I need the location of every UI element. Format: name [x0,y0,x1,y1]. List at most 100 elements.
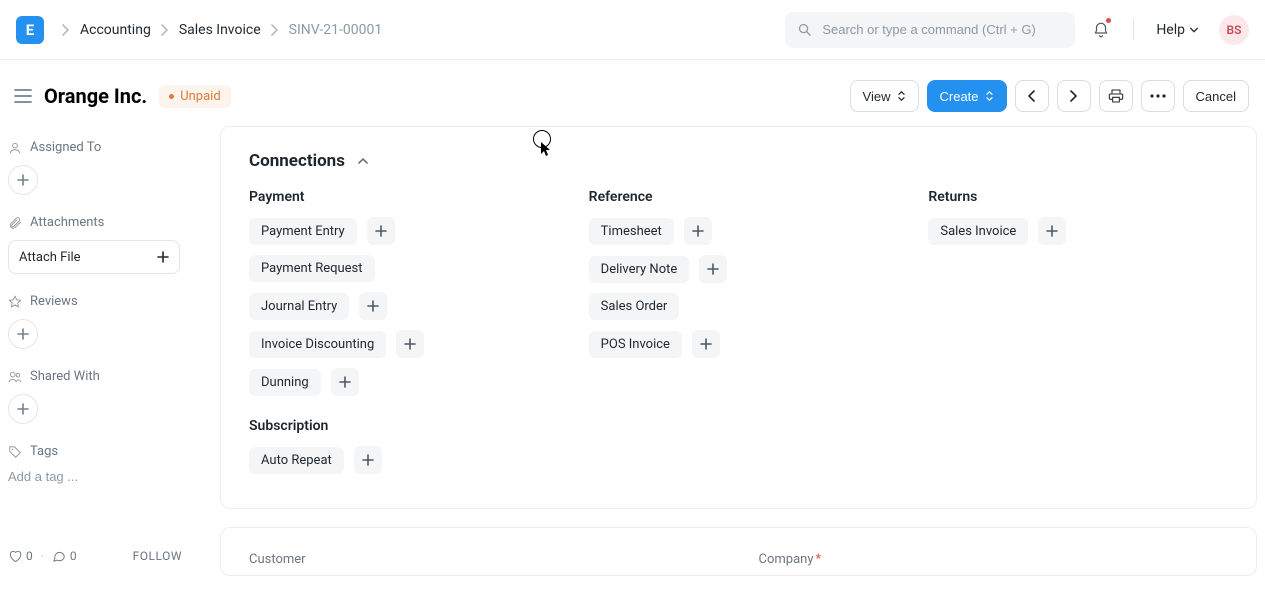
more-horizontal-icon [1150,94,1166,98]
add-return-sales-invoice-button[interactable] [1038,217,1066,245]
connections-col-returns: Returns Sales Invoice [928,189,1228,484]
add-delivery-note-button[interactable] [699,255,727,283]
comment-icon [52,549,66,563]
connections-title: Connections [249,151,345,171]
main-content: Connections Payment Payment Entry Paymen… [220,126,1265,594]
link-pos-invoice[interactable]: POS Invoice [589,331,682,358]
add-journal-entry-button[interactable] [359,292,387,320]
attachments-section: Attachments [8,215,206,230]
star-icon [8,295,22,309]
add-share-button[interactable] [8,394,38,424]
prev-button[interactable] [1015,80,1049,112]
tag-icon [8,445,22,459]
paperclip-icon [8,216,22,230]
logo-letter: E [26,21,34,39]
add-payment-entry-button[interactable] [367,217,395,245]
select-icon [897,90,906,102]
connections-card: Connections Payment Payment Entry Paymen… [220,126,1257,509]
link-dunning[interactable]: Dunning [249,369,321,396]
attachments-label: Attachments [30,215,104,230]
add-invoice-discounting-button[interactable] [396,330,424,358]
link-delivery-note[interactable]: Delivery Note [589,256,690,283]
comment-button[interactable]: 0 [52,549,77,563]
link-return-sales-invoice[interactable]: Sales Invoice [928,218,1028,245]
customer-label: Customer [249,552,719,567]
assigned-to-label: Assigned To [30,140,101,155]
view-button[interactable]: View [850,80,919,112]
add-pos-invoice-button[interactable] [692,330,720,358]
add-timesheet-button[interactable] [684,217,712,245]
add-assignee-button[interactable] [8,165,38,195]
like-count: 0 [26,549,33,563]
sidebar-footer: 0 · 0 FOLLOW [8,549,182,563]
link-payment-request[interactable]: Payment Request [249,255,375,282]
cancel-button[interactable]: Cancel [1183,80,1249,112]
chevron-right-icon [62,24,70,36]
breadcrumb-sales-invoice[interactable]: Sales Invoice [179,22,261,38]
connections-col-reference: Reference Timesheet Delivery Note Sales … [589,189,889,484]
chevron-right-icon [271,24,279,36]
returns-group-title: Returns [928,189,1228,205]
logo[interactable]: E [16,16,44,44]
help-link[interactable]: Help [1156,22,1199,38]
link-sales-order[interactable]: Sales Order [589,293,680,320]
company-label: Company* [759,552,1229,567]
heart-icon [8,549,22,563]
form-sidebar: Assigned To Attachments Attach File Revi… [8,126,220,594]
add-review-button[interactable] [8,319,38,349]
link-timesheet[interactable]: Timesheet [589,218,674,245]
reviews-section: Reviews [8,294,206,309]
reference-group-title: Reference [589,189,889,205]
user-icon [8,141,22,155]
payment-group-title: Payment [249,189,549,205]
plus-icon [17,174,29,186]
link-journal-entry[interactable]: Journal Entry [249,293,349,320]
chevron-right-icon [161,24,169,36]
notification-dot [1106,18,1111,23]
breadcrumb-doc-id[interactable]: SINV-21-00001 [289,22,383,38]
search-input[interactable] [822,22,1063,37]
link-invoice-discounting[interactable]: Invoice Discounting [249,331,386,358]
page-actions: View Create Cancel [850,80,1249,112]
create-label: Create [940,89,979,104]
add-auto-repeat-button[interactable] [354,446,382,474]
company-label-text: Company [759,552,814,567]
assigned-to-section: Assigned To [8,140,206,155]
breadcrumb-accounting[interactable]: Accounting [80,22,151,38]
more-button[interactable] [1141,80,1175,112]
sidebar-toggle-icon[interactable] [10,83,36,109]
attach-file-button[interactable]: Attach File [8,240,180,274]
cancel-label: Cancel [1196,89,1236,104]
attach-file-label: Attach File [19,250,81,265]
follow-button[interactable]: FOLLOW [133,549,182,563]
print-button[interactable] [1099,80,1133,112]
page-title: Orange Inc. [44,84,147,108]
avatar[interactable]: BS [1219,15,1249,45]
connections-col-payment: Payment Payment Entry Payment Request Jo… [249,189,549,484]
dot-separator: · [41,549,44,563]
reviews-label: Reviews [30,294,78,309]
topbar: E Accounting Sales Invoice SINV-21-00001… [0,0,1265,60]
notifications-icon[interactable] [1087,16,1115,44]
search-bar[interactable] [785,12,1075,48]
add-dunning-button[interactable] [331,368,359,396]
shared-with-section: Shared With [8,369,206,384]
tag-input[interactable] [8,469,184,484]
status-badge: Unpaid [159,85,230,108]
help-label: Help [1156,22,1185,38]
search-icon [797,22,812,37]
chevron-up-icon[interactable] [357,155,369,167]
next-button[interactable] [1057,80,1091,112]
comment-count: 0 [70,549,77,563]
status-dot-icon [169,94,174,99]
chevron-left-icon [1028,90,1036,102]
link-auto-repeat[interactable]: Auto Repeat [249,447,344,474]
like-button[interactable]: 0 [8,549,33,563]
printer-icon [1108,88,1124,104]
shared-with-label: Shared With [30,369,100,384]
plus-icon [157,251,169,263]
link-payment-entry[interactable]: Payment Entry [249,218,357,245]
create-button[interactable]: Create [927,80,1007,112]
plus-icon [17,403,29,415]
tags-label: Tags [30,444,58,459]
